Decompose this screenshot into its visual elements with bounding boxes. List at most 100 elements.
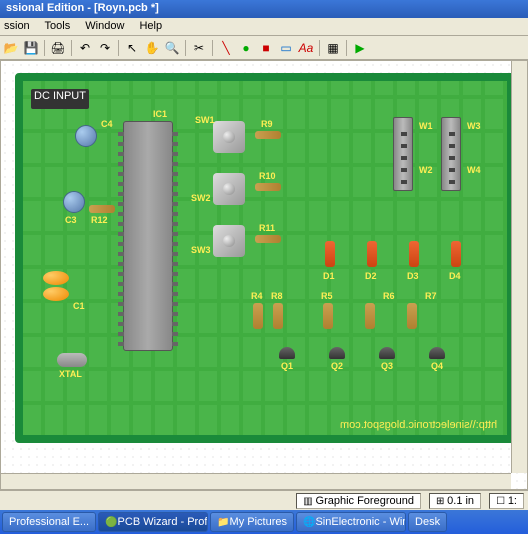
resistor-r11 (255, 235, 281, 243)
label-d3: D3 (407, 271, 419, 281)
toolbar: 📂 💾 🖨 ↶ ↷ ↖ ✋ 🔍 ✂ ╲ ● ■ ▭ Aa ▦ ▶ (0, 36, 528, 60)
taskbar-item[interactable]: 🌐 SinElectronic - Windows ... (296, 512, 406, 532)
label-r6: R6 (383, 291, 395, 301)
switch-sw2 (213, 173, 245, 205)
label-r10: R10 (259, 171, 276, 181)
status-layer[interactable]: ▥ Graphic Foreground (296, 493, 421, 509)
separator (346, 40, 347, 56)
separator (71, 40, 72, 56)
transistor-q3 (379, 347, 395, 359)
label-d4: D4 (449, 271, 461, 281)
rect-icon[interactable]: ▭ (277, 39, 295, 57)
ic1-chip (123, 121, 173, 351)
switch-sw3 (213, 225, 245, 257)
label-d2: D2 (365, 271, 377, 281)
menu-help[interactable]: Help (139, 20, 162, 32)
label-q4: Q4 (431, 361, 443, 371)
print-icon[interactable]: 🖨 (49, 39, 67, 57)
label-sw2: SW2 (191, 193, 211, 203)
resistor-r10 (255, 183, 281, 191)
diode-d2 (367, 241, 377, 267)
zoom-icon[interactable]: 🔍 (163, 39, 181, 57)
status-grid[interactable]: ⊞ 0.1 in (429, 493, 481, 509)
transistor-q2 (329, 347, 345, 359)
menu-ssion[interactable]: ssion (4, 20, 30, 32)
status-coord: ☐ 1: (489, 493, 524, 509)
status-bar: ▥ Graphic Foreground ⊞ 0.1 in ☐ 1: (0, 490, 528, 510)
resistor-r9 (255, 131, 281, 139)
cut-icon[interactable]: ✂ (190, 39, 208, 57)
switch-sw1 (213, 121, 245, 153)
pad-square-icon[interactable]: ■ (257, 39, 275, 57)
pointer-icon[interactable]: ↖ (123, 39, 141, 57)
label-q2: Q2 (331, 361, 343, 371)
label-r5: R5 (321, 291, 333, 301)
menu-window[interactable]: Window (85, 20, 124, 32)
capacitor-c4 (75, 125, 97, 147)
resistor-r5 (323, 303, 333, 329)
label-r8: R8 (271, 291, 283, 301)
label-c4: C4 (101, 119, 113, 129)
label-c3: C3 (65, 215, 77, 225)
pad-round-icon[interactable]: ● (237, 39, 255, 57)
separator (212, 40, 213, 56)
text-icon[interactable]: Aa (297, 39, 315, 57)
capacitor-c1b (43, 287, 69, 301)
menu-tools[interactable]: Tools (45, 20, 71, 32)
label-sw1: SW1 (195, 115, 215, 125)
horizontal-scrollbar[interactable] (1, 473, 511, 489)
separator (319, 40, 320, 56)
capacitor-c1a (43, 271, 69, 285)
save-icon[interactable]: 💾 (22, 39, 40, 57)
label-d1: D1 (323, 271, 335, 281)
label-r12: R12 (91, 215, 108, 225)
menu-bar: ssion Tools Window Help (0, 18, 528, 36)
connector-w3 (441, 117, 461, 191)
resistor-r12 (89, 205, 115, 213)
resistor-r6 (365, 303, 375, 329)
resistor-r8 (273, 303, 283, 329)
taskbar-item[interactable]: 📁 My Pictures (210, 512, 294, 532)
separator (118, 40, 119, 56)
connector-w1 (393, 117, 413, 191)
run-icon[interactable]: ▶ (351, 39, 369, 57)
title-bar: ssional Edition - [Royn.pcb *] (0, 0, 528, 18)
track-icon[interactable]: ╲ (217, 39, 235, 57)
label-w3: W3 (467, 121, 481, 131)
taskbar-item-active[interactable]: 🟢 PCB Wizard - Professi... (98, 512, 208, 532)
capacitor-c3 (63, 191, 85, 213)
label-r9: R9 (261, 119, 273, 129)
resistor-r7 (407, 303, 417, 329)
hand-icon[interactable]: ✋ (143, 39, 161, 57)
transistor-q1 (279, 347, 295, 359)
label-r7: R7 (425, 291, 437, 301)
vertical-scrollbar[interactable] (511, 61, 527, 473)
label-r4: R4 (251, 291, 263, 301)
windows-taskbar: Professional E... 🟢 PCB Wizard - Profess… (0, 510, 528, 534)
resistor-r4 (253, 303, 263, 329)
separator (44, 40, 45, 56)
redo-icon[interactable]: ↷ (96, 39, 114, 57)
diode-d3 (409, 241, 419, 267)
diode-d4 (451, 241, 461, 267)
crystal-xtal (57, 353, 87, 367)
label-r11: R11 (259, 223, 275, 233)
workspace[interactable]: DC INPUT IC1 C4 C3 R12 C1 XTAL SW1 R9 SW… (0, 60, 528, 490)
label-xtal: XTAL (59, 369, 82, 379)
pcb-url-text: http:\\sinelectronic.blogspot.com (340, 419, 497, 431)
label-w2: W2 (419, 165, 433, 175)
label-c1: C1 (73, 301, 85, 311)
label-w1: W1 (419, 121, 433, 131)
undo-icon[interactable]: ↶ (76, 39, 94, 57)
layers-icon[interactable]: ▦ (324, 39, 342, 57)
separator (185, 40, 186, 56)
dc-input-connector: DC INPUT (31, 89, 89, 109)
open-icon[interactable]: 📂 (2, 39, 20, 57)
taskbar-item[interactable]: Desk (408, 512, 447, 532)
label-q3: Q3 (381, 361, 393, 371)
diode-d1 (325, 241, 335, 267)
taskbar-item[interactable]: Professional E... (2, 512, 96, 532)
label-w4: W4 (467, 165, 481, 175)
transistor-q4 (429, 347, 445, 359)
pcb-board[interactable]: DC INPUT IC1 C4 C3 R12 C1 XTAL SW1 R9 SW… (15, 73, 515, 443)
